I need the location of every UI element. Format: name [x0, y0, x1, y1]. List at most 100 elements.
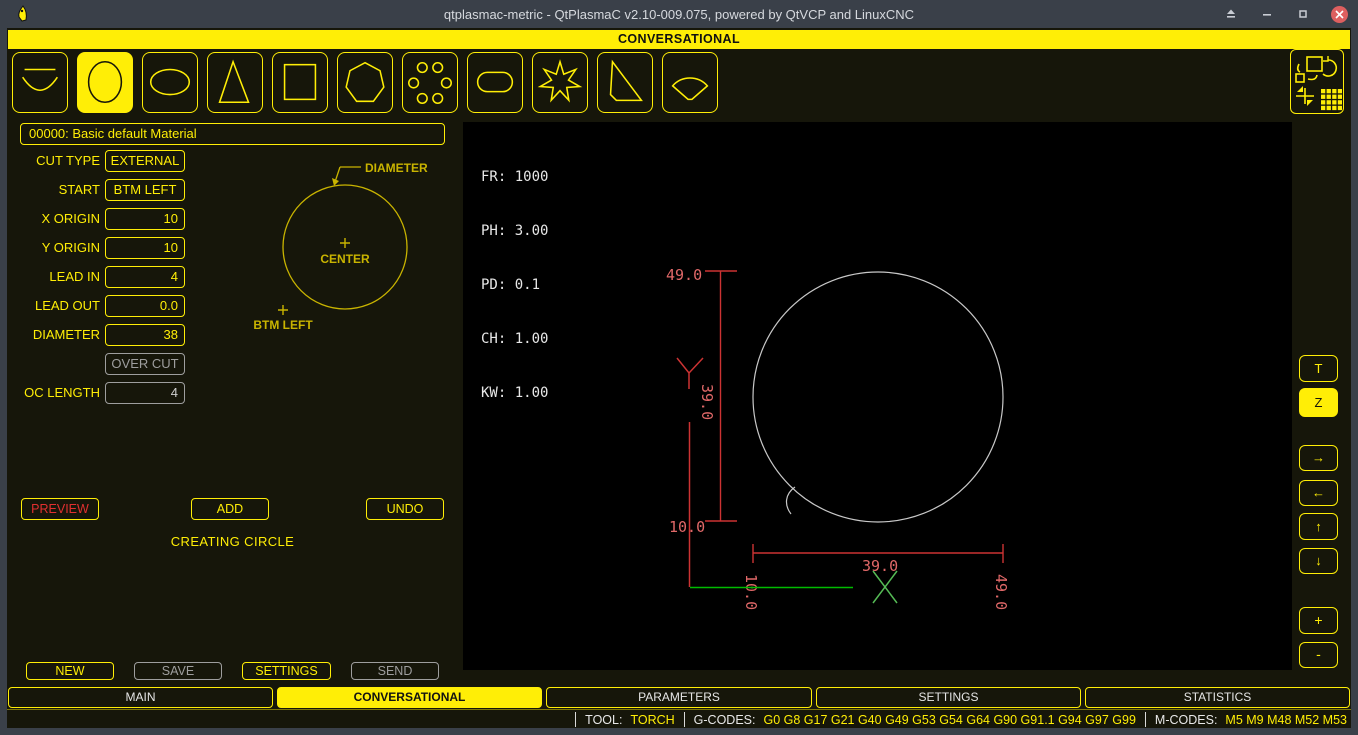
restore-window-icon[interactable]: [1295, 6, 1311, 22]
status-bar: TOOL: TORCH G-CODES: G0 G8 G17 G21 G40 G…: [7, 709, 1351, 728]
zoom-in-button[interactable]: +: [1299, 607, 1338, 634]
window-title: qtplasmac-metric - QtPlasmaC v2.10-009.0…: [0, 7, 1358, 22]
circle-shape-icon: [78, 52, 132, 113]
star-shape-icon: [533, 52, 587, 113]
dim-y-top: 49.0: [666, 266, 702, 284]
send-button[interactable]: SEND: [351, 662, 439, 680]
diagram-diameter-label: DIAMETER: [365, 161, 428, 175]
close-window-icon[interactable]: [1331, 6, 1348, 23]
kerf-width-value: KW: 1.00: [481, 384, 548, 402]
lead-in-label: LEAD IN: [7, 266, 100, 288]
shape-button-star[interactable]: [532, 52, 588, 113]
zoom-z-button[interactable]: Z: [1299, 388, 1338, 417]
minimize-window-icon[interactable]: [1259, 6, 1275, 22]
cut-height-value: CH: 1.00: [481, 330, 548, 348]
shape-button-rectangle[interactable]: [272, 52, 328, 113]
y-origin-input[interactable]: 10: [105, 237, 185, 259]
bolt-circle-shape-icon: [403, 52, 457, 113]
dim-x-mid: 39.0: [862, 557, 898, 575]
zoom-out-button[interactable]: -: [1299, 642, 1338, 668]
tab-parameters[interactable]: PARAMETERS: [546, 687, 812, 708]
tool-label: TOOL:: [585, 713, 622, 727]
tab-conversational[interactable]: CONVERSATIONAL: [277, 687, 542, 708]
tab-statistics[interactable]: STATISTICS: [1085, 687, 1350, 708]
x-axis-icon: [873, 571, 897, 603]
dim-x-right: 49.0: [992, 574, 1010, 610]
oc-length-input[interactable]: 4: [105, 382, 185, 404]
tab-main[interactable]: MAIN: [8, 687, 273, 708]
shape-button-triangle[interactable]: [207, 52, 263, 113]
cut-type-label: CUT TYPE: [7, 150, 100, 172]
new-button[interactable]: NEW: [26, 662, 114, 680]
gcodes-status: G-CODES: G0 G8 G17 G21 G40 G49 G53 G54 G…: [694, 713, 1136, 727]
shape-button-bolt-circle[interactable]: [402, 52, 458, 113]
app-window: qtplasmac-metric - QtPlasmaC v2.10-009.0…: [0, 0, 1358, 735]
save-button[interactable]: SAVE: [134, 662, 222, 680]
lead-out-label: LEAD OUT: [7, 295, 100, 317]
y-origin-label: Y ORIGIN: [7, 237, 100, 259]
gcodes-value: G0 G8 G17 G21 G40 G49 G53 G54 G64 G90 G9…: [763, 713, 1135, 727]
pierce-height-value: PH: 3.00: [481, 222, 548, 240]
pan-right-button[interactable]: →: [1299, 445, 1338, 471]
statusbar-divider: [575, 712, 576, 727]
tool-value: TORCH: [630, 713, 674, 727]
over-cut-button[interactable]: OVER CUT: [105, 353, 185, 375]
center-cross-icon: [340, 238, 350, 248]
polygon-shape-icon: [338, 52, 392, 113]
lead-out-input[interactable]: 0.0: [105, 295, 185, 317]
shape-button-slot[interactable]: [467, 52, 523, 113]
diameter-input[interactable]: 38: [105, 324, 185, 346]
x-origin-input[interactable]: 10: [105, 208, 185, 230]
mcodes-value: M5 M9 M48 M52 M53: [1225, 713, 1347, 727]
x-origin-label: X ORIGIN: [7, 208, 100, 230]
dim-x-left: 10.0: [742, 574, 760, 610]
main-panel: CONVERSATIONAL: [7, 28, 1351, 728]
shade-window-icon[interactable]: [1223, 6, 1239, 22]
diagram-center-label: CENTER: [320, 252, 370, 266]
pan-up-button[interactable]: ↑: [1299, 513, 1338, 540]
mcodes-status: M-CODES: M5 M9 M48 M52 M53: [1155, 713, 1347, 727]
gcode-preview-canvas[interactable]: FR: 1000 PH: 3.00 PD: 0.1 CH: 1.00 KW: 1…: [463, 122, 1292, 670]
titlebar: qtplasmac-metric - QtPlasmaC v2.10-009.0…: [0, 0, 1358, 28]
shape-button-ellipse[interactable]: [142, 52, 198, 113]
pierce-delay-value: PD: 0.1: [481, 276, 548, 294]
gusset-shape-icon: [598, 52, 652, 113]
shape-button-line-arc[interactable]: [12, 52, 68, 113]
preview-plot: 49.0 39.0 10.0 10.0 39.0 49.0: [463, 122, 1292, 670]
line-arc-shape-icon: [13, 52, 67, 113]
shape-button-sector[interactable]: [662, 52, 718, 113]
settings-button[interactable]: SETTINGS: [242, 662, 331, 680]
ellipse-shape-icon: [143, 52, 197, 113]
pan-down-button[interactable]: ↓: [1299, 548, 1338, 574]
pan-left-button[interactable]: ←: [1299, 480, 1338, 506]
add-button[interactable]: ADD: [191, 498, 269, 520]
gcodes-label: G-CODES:: [694, 713, 756, 727]
lead-in-input[interactable]: 4: [105, 266, 185, 288]
tool-status: TOOL: TORCH: [585, 713, 675, 727]
triangle-shape-icon: [208, 52, 262, 113]
diameter-label: DIAMETER: [7, 324, 100, 346]
scale-rotate-mirror-array-icon: [1292, 52, 1342, 112]
start-label: START: [7, 179, 100, 201]
statusbar-divider: [1145, 712, 1146, 727]
slot-shape-icon: [468, 52, 522, 113]
oc-length-label: OC LENGTH: [7, 382, 100, 404]
dim-y-mid: 39.0: [698, 384, 716, 420]
start-position-button[interactable]: BTM LEFT: [105, 179, 185, 201]
undo-button[interactable]: UNDO: [366, 498, 444, 520]
lead-in-arc: [786, 487, 795, 514]
preview-button[interactable]: PREVIEW: [21, 498, 99, 520]
material-t-button[interactable]: T: [1299, 355, 1338, 382]
rectangle-shape-icon: [273, 52, 327, 113]
shape-transform-button[interactable]: [1290, 49, 1344, 114]
shape-button-polygon[interactable]: [337, 52, 393, 113]
shape-button-circle[interactable]: [77, 52, 133, 113]
cut-type-button[interactable]: EXTERNAL: [105, 150, 185, 172]
tab-settings[interactable]: SETTINGS: [816, 687, 1081, 708]
mcodes-label: M-CODES:: [1155, 713, 1218, 727]
feed-rate-value: FR: 1000: [481, 168, 548, 186]
sector-shape-icon: [663, 52, 717, 113]
conversational-header: CONVERSATIONAL: [8, 30, 1350, 49]
shape-button-gusset[interactable]: [597, 52, 653, 113]
statusbar-divider: [684, 712, 685, 727]
